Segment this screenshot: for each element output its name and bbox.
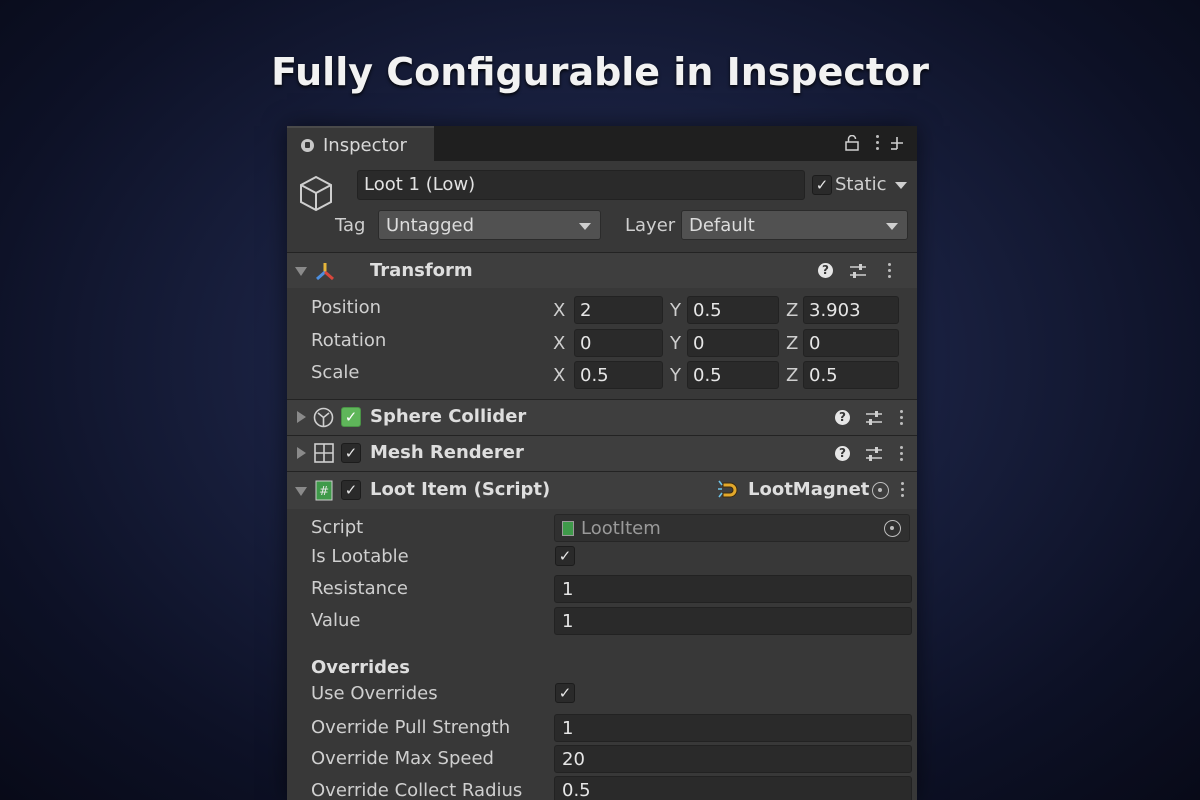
axis-x-label[interactable]: X [553, 333, 565, 354]
layer-label: Layer [625, 215, 676, 236]
inspector-icon [301, 139, 314, 152]
component-menu-icon[interactable] [901, 482, 905, 498]
axis-y-label[interactable]: Y [670, 333, 681, 354]
rotation-x-field[interactable]: 0 [574, 329, 663, 357]
tab-label: Inspector [323, 135, 407, 156]
hero-title: Fully Configurable in Inspector [271, 50, 929, 94]
axis-z-label[interactable]: Z [786, 333, 798, 354]
tag-dropdown[interactable]: Untagged [378, 210, 601, 240]
chevron-down-icon [886, 223, 898, 230]
is-lootable-checkbox[interactable]: ✓ [555, 546, 575, 566]
component-title: Loot Item (Script) [370, 479, 551, 500]
axis-y-label[interactable]: Y [670, 365, 681, 386]
loot-magnet-badge: LootMagnet [748, 479, 870, 500]
pull-strength-label: Override Pull Strength [311, 717, 511, 738]
inspector-panel: Inspector Loot 1 (Low) ✓ Static Tag Unta… [287, 126, 917, 800]
presets-icon[interactable] [865, 410, 883, 426]
presets-icon[interactable] [865, 446, 883, 462]
use-overrides-label: Use Overrides [311, 683, 438, 704]
transform-body: Position X 2 Y 0.5 Z 3.903 Rotation X 0 … [287, 289, 917, 399]
help-icon[interactable]: ? [818, 263, 833, 278]
resistance-field[interactable]: 1 [554, 575, 912, 603]
static-dropdown-icon[interactable] [895, 182, 907, 189]
loot-magnet-icon [718, 480, 738, 498]
component-title: Mesh Renderer [370, 442, 524, 463]
axis-y-label[interactable]: Y [670, 300, 681, 321]
max-speed-field[interactable]: 20 [554, 745, 912, 773]
pull-strength-field[interactable]: 1 [554, 714, 912, 742]
script-file-icon [562, 521, 574, 536]
max-speed-label: Override Max Speed [311, 748, 494, 769]
is-lootable-label: Is Lootable [311, 546, 409, 567]
axis-z-label[interactable]: Z [786, 300, 798, 321]
mesh-renderer-icon [314, 443, 334, 463]
layer-value: Default [689, 215, 755, 236]
axis-z-label[interactable]: Z [786, 365, 798, 386]
component-title: Sphere Collider [370, 406, 527, 427]
object-picker-icon[interactable] [884, 520, 901, 537]
position-z-field[interactable]: 3.903 [803, 296, 899, 324]
sphere-collider-enabled-checkbox[interactable]: ✓ [341, 407, 361, 427]
position-row: Position X 2 Y 0.5 Z 3.903 [287, 294, 917, 326]
scale-z-field[interactable]: 0.5 [803, 361, 899, 389]
sphere-collider-icon [313, 407, 334, 428]
foldout-arrow-icon[interactable] [295, 487, 307, 496]
row-label: Position [311, 297, 382, 318]
position-x-field[interactable]: 2 [574, 296, 663, 324]
object-name-field[interactable]: Loot 1 (Low) [357, 170, 805, 200]
transform-axes-icon [316, 263, 334, 281]
scale-x-field[interactable]: 0.5 [574, 361, 663, 389]
mesh-renderer-enabled-checkbox[interactable]: ✓ [341, 443, 361, 463]
value-field[interactable]: 1 [554, 607, 912, 635]
tag-label: Tag [335, 215, 366, 236]
script-value: LootItem [581, 518, 661, 539]
use-overrides-checkbox[interactable]: ✓ [555, 683, 575, 703]
static-checkbox[interactable]: ✓ [812, 175, 832, 195]
loot-item-header[interactable]: # ✓ Loot Item (Script) LootMagnet [287, 472, 917, 509]
presets-icon[interactable] [849, 263, 867, 279]
component-title: Transform [370, 260, 473, 281]
axis-x-label[interactable]: X [553, 300, 565, 321]
rotation-z-field[interactable]: 0 [803, 329, 899, 357]
rotation-row: Rotation X 0 Y 0 Z 0 [287, 327, 917, 359]
component-menu-icon[interactable] [900, 446, 904, 462]
layer-dropdown[interactable]: Default [681, 210, 908, 240]
row-label: Scale [311, 362, 360, 383]
help-icon[interactable]: ? [835, 410, 850, 425]
component-menu-icon[interactable] [888, 263, 892, 279]
axis-x-label[interactable]: X [553, 365, 565, 386]
foldout-arrow-icon[interactable] [297, 447, 306, 459]
lock-icon[interactable] [845, 135, 859, 151]
static-label: Static [835, 174, 887, 195]
tab-inspector[interactable]: Inspector [287, 126, 434, 162]
rotation-y-field[interactable]: 0 [687, 329, 779, 357]
collect-radius-field[interactable]: 0.5 [554, 776, 912, 800]
add-tab-icon[interactable] [889, 135, 905, 151]
chevron-down-icon [579, 223, 591, 230]
sphere-collider-header[interactable]: ✓ Sphere Collider ? [287, 400, 917, 435]
transform-header[interactable]: Transform ? [287, 253, 917, 288]
tag-value: Untagged [386, 215, 475, 236]
script-file-icon: # [315, 480, 333, 501]
foldout-arrow-icon[interactable] [295, 267, 307, 276]
object-picker-icon[interactable] [872, 482, 889, 499]
loot-item-enabled-checkbox[interactable]: ✓ [341, 480, 361, 500]
collect-radius-label: Override Collect Radius [311, 780, 523, 800]
row-label: Rotation [311, 330, 387, 351]
scale-y-field[interactable]: 0.5 [687, 361, 779, 389]
window-menu-icon[interactable] [876, 135, 880, 151]
mesh-renderer-header[interactable]: ✓ Mesh Renderer ? [287, 436, 917, 471]
help-icon[interactable]: ? [835, 446, 850, 461]
foldout-arrow-icon[interactable] [297, 411, 306, 423]
scale-row: Scale X 0.5 Y 0.5 Z 0.5 [287, 359, 917, 391]
overrides-heading: Overrides [311, 657, 410, 678]
svg-text:#: # [319, 484, 329, 498]
script-field[interactable]: LootItem [554, 514, 910, 542]
script-label: Script [311, 517, 364, 538]
component-menu-icon[interactable] [900, 410, 904, 426]
gameobject-cube-icon [300, 175, 332, 212]
resistance-label: Resistance [311, 578, 408, 599]
value-label: Value [311, 610, 361, 631]
position-y-field[interactable]: 0.5 [687, 296, 779, 324]
